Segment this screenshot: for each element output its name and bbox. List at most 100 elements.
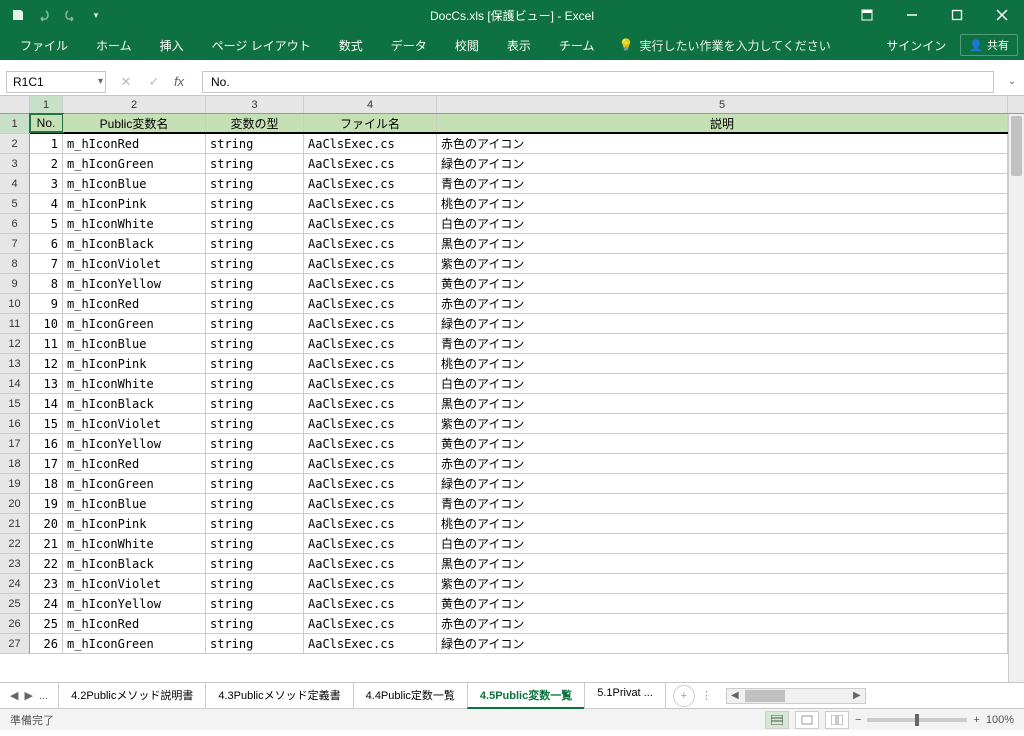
- row-header[interactable]: 1: [0, 114, 30, 134]
- hscroll-left-icon[interactable]: ◀: [727, 690, 743, 701]
- row-header[interactable]: 6: [0, 214, 30, 234]
- cell[interactable]: 13: [30, 374, 63, 393]
- row-header[interactable]: 8: [0, 254, 30, 274]
- cell[interactable]: string: [206, 174, 304, 193]
- cell[interactable]: 19: [30, 494, 63, 513]
- cell[interactable]: AaClsExec.cs: [304, 454, 437, 473]
- cell[interactable]: AaClsExec.cs: [304, 434, 437, 453]
- cell[interactable]: m_hIconGreen: [63, 474, 206, 493]
- cell[interactable]: AaClsExec.cs: [304, 174, 437, 193]
- row-header[interactable]: 27: [0, 634, 30, 654]
- row-header[interactable]: 14: [0, 374, 30, 394]
- cell[interactable]: 5: [30, 214, 63, 233]
- cell[interactable]: AaClsExec.cs: [304, 154, 437, 173]
- header-cell-file[interactable]: ファイル名: [304, 114, 437, 132]
- page-break-view-button[interactable]: [825, 711, 849, 729]
- cell[interactable]: 紫色のアイコン: [437, 254, 1008, 273]
- row-header[interactable]: 25: [0, 594, 30, 614]
- cell[interactable]: AaClsExec.cs: [304, 294, 437, 313]
- cell[interactable]: AaClsExec.cs: [304, 574, 437, 593]
- cell[interactable]: 緑色のアイコン: [437, 634, 1008, 653]
- cell[interactable]: string: [206, 494, 304, 513]
- cells-grid[interactable]: No.Public変数名変数の型ファイル名説明1m_hIconRedstring…: [30, 114, 1024, 654]
- cell[interactable]: AaClsExec.cs: [304, 314, 437, 333]
- row-header[interactable]: 20: [0, 494, 30, 514]
- tab-page-layout[interactable]: ページ レイアウト: [198, 30, 325, 60]
- share-button[interactable]: 👤 共有: [960, 34, 1018, 56]
- cell[interactable]: 11: [30, 334, 63, 353]
- tab-view[interactable]: 表示: [493, 30, 545, 60]
- scrollbar-thumb[interactable]: [1011, 116, 1022, 176]
- cell[interactable]: 20: [30, 514, 63, 533]
- cell[interactable]: string: [206, 614, 304, 633]
- cell[interactable]: m_hIconGreen: [63, 634, 206, 653]
- row-header[interactable]: 12: [0, 334, 30, 354]
- cell[interactable]: 白色のアイコン: [437, 214, 1008, 233]
- cell[interactable]: 赤色のアイコン: [437, 134, 1008, 153]
- tab-overflow[interactable]: ...: [39, 690, 48, 702]
- cell[interactable]: string: [206, 214, 304, 233]
- cell[interactable]: 黄色のアイコン: [437, 594, 1008, 613]
- cell[interactable]: string: [206, 594, 304, 613]
- cell[interactable]: 黄色のアイコン: [437, 274, 1008, 293]
- cell[interactable]: m_hIconBlue: [63, 174, 206, 193]
- cell[interactable]: string: [206, 354, 304, 373]
- cell[interactable]: m_hIconViolet: [63, 574, 206, 593]
- cell[interactable]: m_hIconPink: [63, 514, 206, 533]
- select-all-corner[interactable]: [0, 96, 30, 113]
- cell[interactable]: m_hIconRed: [63, 614, 206, 633]
- cell[interactable]: string: [206, 474, 304, 493]
- row-header[interactable]: 13: [0, 354, 30, 374]
- cell[interactable]: 青色のアイコン: [437, 174, 1008, 193]
- cell[interactable]: string: [206, 254, 304, 273]
- cell[interactable]: AaClsExec.cs: [304, 554, 437, 573]
- cell[interactable]: m_hIconRed: [63, 134, 206, 153]
- cell[interactable]: string: [206, 314, 304, 333]
- cell[interactable]: 黒色のアイコン: [437, 554, 1008, 573]
- sheet-tab[interactable]: 4.2Publicメソッド説明書: [58, 683, 206, 709]
- tab-data[interactable]: データ: [377, 30, 441, 60]
- cell[interactable]: 緑色のアイコン: [437, 474, 1008, 493]
- new-sheet-button[interactable]: +: [673, 685, 695, 707]
- cell[interactable]: 9: [30, 294, 63, 313]
- cell[interactable]: 桃色のアイコン: [437, 514, 1008, 533]
- zoom-level[interactable]: 100%: [986, 714, 1014, 726]
- cell[interactable]: 赤色のアイコン: [437, 614, 1008, 633]
- row-header[interactable]: 16: [0, 414, 30, 434]
- cell[interactable]: string: [206, 134, 304, 153]
- undo-icon[interactable]: [36, 7, 52, 23]
- cell[interactable]: 23: [30, 574, 63, 593]
- cell[interactable]: 24: [30, 594, 63, 613]
- cell[interactable]: AaClsExec.cs: [304, 394, 437, 413]
- cell[interactable]: 青色のアイコン: [437, 334, 1008, 353]
- cell[interactable]: 14: [30, 394, 63, 413]
- sheet-tab[interactable]: 4.3Publicメソッド定義書: [205, 683, 353, 709]
- zoom-slider[interactable]: − +: [855, 714, 980, 726]
- cell[interactable]: 赤色のアイコン: [437, 454, 1008, 473]
- cell[interactable]: string: [206, 274, 304, 293]
- cell[interactable]: m_hIconPink: [63, 354, 206, 373]
- row-header[interactable]: 17: [0, 434, 30, 454]
- cell[interactable]: AaClsExec.cs: [304, 334, 437, 353]
- row-header[interactable]: 21: [0, 514, 30, 534]
- cell[interactable]: string: [206, 434, 304, 453]
- header-cell-type[interactable]: 変数の型: [206, 114, 304, 132]
- cell[interactable]: m_hIconYellow: [63, 594, 206, 613]
- cell[interactable]: m_hIconPink: [63, 194, 206, 213]
- cell[interactable]: m_hIconBlack: [63, 394, 206, 413]
- redo-icon[interactable]: [62, 7, 78, 23]
- cell[interactable]: string: [206, 374, 304, 393]
- cell[interactable]: 8: [30, 274, 63, 293]
- horizontal-scrollbar[interactable]: ◀ ▶: [726, 688, 866, 704]
- cancel-formula-icon[interactable]: ✕: [116, 74, 136, 90]
- cell[interactable]: string: [206, 534, 304, 553]
- cell[interactable]: string: [206, 514, 304, 533]
- row-header[interactable]: 22: [0, 534, 30, 554]
- name-box[interactable]: R1C1 ▾: [6, 71, 106, 93]
- zoom-out-button[interactable]: −: [855, 714, 861, 726]
- cell[interactable]: AaClsExec.cs: [304, 134, 437, 153]
- column-header[interactable]: 4: [304, 96, 437, 113]
- cell[interactable]: string: [206, 194, 304, 213]
- cell[interactable]: 白色のアイコン: [437, 374, 1008, 393]
- close-button[interactable]: [979, 0, 1024, 30]
